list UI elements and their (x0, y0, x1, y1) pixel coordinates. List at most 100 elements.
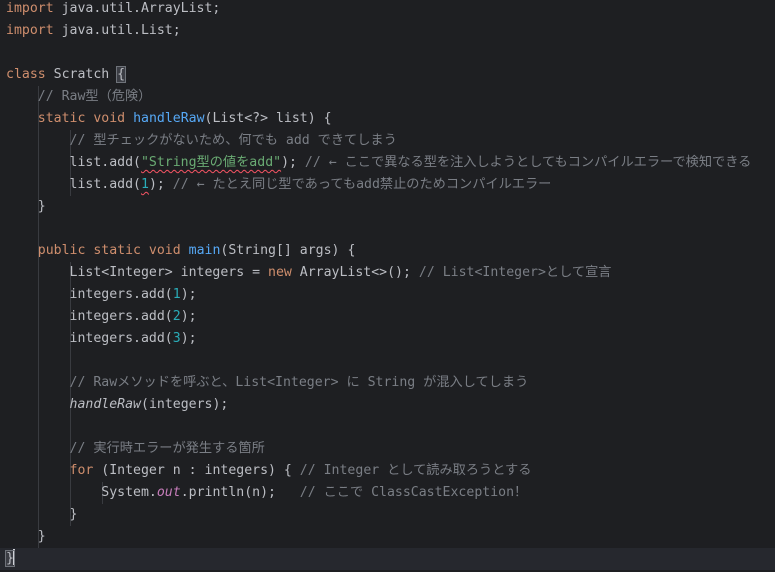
code-line[interactable]: for (Integer n : integers) { // Integer … (0, 460, 775, 482)
number-literal-token: 1 (140, 177, 149, 192)
code-text: (List<?> list) { (204, 111, 332, 126)
function-name-token: main (188, 243, 221, 258)
code-line-content: static void handleRaw(List<?> list) { (6, 108, 332, 130)
keyword-token: import (6, 23, 54, 38)
code-line-content: import java.util.List; (6, 20, 181, 42)
code-line[interactable]: public static void main(String[] args) { (0, 240, 775, 262)
comment-token: // List<Integer>として宣言 (418, 265, 612, 280)
code-text: } (6, 507, 78, 522)
code-line[interactable]: System.out.println(n); // ここで ClassCastE… (0, 482, 775, 504)
code-text: ); (180, 331, 197, 346)
code-line-content: } (6, 196, 46, 218)
code-line-content: class Scratch { (6, 64, 127, 86)
function-name-token: handleRaw (133, 111, 205, 126)
code-text: integers.add( (6, 287, 173, 302)
code-text: ); (148, 177, 173, 192)
code-line-content: // Raw型（危険） (6, 86, 152, 108)
code-text: (String[] args) { (220, 243, 356, 258)
code-line[interactable]: integers.add(1); (0, 284, 775, 306)
code-line[interactable]: // 型チェックがないため、何でも add できてしまう (0, 130, 775, 152)
code-line[interactable]: // Rawメソッドを呼ぶと、List<Integer> に String が混… (0, 372, 775, 394)
code-text: list.add( (6, 177, 141, 192)
code-text: System. (6, 485, 157, 500)
code-text: } (6, 199, 46, 214)
code-line-content: for (Integer n : integers) { // Integer … (6, 460, 532, 482)
code-line-content: list.add(1); // ← たとえ同じ型であってもadd禁止のためコンパ… (6, 174, 552, 196)
code-line-content: handleRaw(integers); (6, 394, 229, 416)
comment-token: // 実行時エラーが発生する箇所 (69, 441, 265, 456)
code-line-content: } (5, 548, 15, 570)
code-line[interactable]: list.add("String型の値をadd"); // ← ここで異なる型を… (0, 152, 775, 174)
code-line[interactable]: list.add(1); // ← たとえ同じ型であってもadd禁止のためコンパ… (0, 174, 775, 196)
comment-token: // ここで ClassCastException！ (299, 485, 528, 500)
code-line-content: List<Integer> integers = new ArrayList<>… (6, 262, 612, 284)
code-line[interactable]: integers.add(2); (0, 306, 775, 328)
code-text: java.util.List; (53, 23, 181, 38)
code-line-content: // 型チェックがないため、何でも add できてしまう (6, 130, 397, 152)
number-literal-token: 2 (172, 309, 181, 324)
code-line[interactable]: class Scratch { (0, 64, 775, 86)
code-line[interactable] (0, 42, 775, 64)
code-line[interactable]: } (0, 196, 775, 218)
code-line[interactable] (0, 218, 775, 240)
code-text: ); (180, 287, 197, 302)
code-text: ); (281, 155, 305, 170)
code-line-content: public static void main(String[] args) { (6, 240, 356, 262)
code-line-content: integers.add(3); (6, 328, 197, 350)
comment-token: // Raw型（危険） (37, 89, 152, 104)
number-literal-token: 3 (172, 331, 181, 346)
code-line[interactable]: integers.add(3); (0, 328, 775, 350)
code-line-content: System.out.println(n); // ここで ClassCastE… (6, 482, 527, 504)
code-text: java.util.ArrayList; (53, 1, 221, 16)
code-line[interactable]: // 実行時エラーが発生する箇所 (0, 438, 775, 460)
comment-token: // Integer として読み取ろうとする (299, 463, 532, 478)
code-line[interactable] (0, 350, 775, 372)
code-line[interactable]: import java.util.List; (0, 20, 775, 42)
keyword-token: new (268, 265, 292, 280)
brace-token: { (116, 66, 127, 83)
keyword-token: import (6, 1, 54, 16)
comment-token: // ← ここで異なる型を注入しようとしてもコンパイルエラーで検知できる (304, 155, 752, 170)
field-token: out (156, 485, 181, 500)
code-text: list.add( (6, 155, 141, 170)
code-text: .println(n); (180, 485, 300, 500)
keyword-token: for (69, 463, 94, 478)
code-text: integers.add( (6, 309, 173, 324)
code-line[interactable]: static void handleRaw(List<?> list) { (0, 108, 775, 130)
code-line[interactable]: List<Integer> integers = new ArrayList<>… (0, 262, 775, 284)
comment-token: // Rawメソッドを呼ぶと、List<Integer> に String が混… (69, 375, 529, 390)
keyword-token: class (6, 67, 46, 82)
code-line[interactable]: import java.util.ArrayList; (0, 0, 775, 20)
code-line-content: import java.util.ArrayList; (6, 0, 220, 20)
code-text: integers.add( (6, 331, 173, 346)
code-line[interactable]: } (0, 526, 775, 548)
text-caret (12, 549, 15, 565)
code-line[interactable] (0, 416, 775, 438)
code-text: } (6, 529, 46, 544)
code-line-content: list.add("String型の値をadd"); // ← ここで異なる型を… (6, 152, 752, 174)
code-line[interactable]: } (0, 548, 775, 570)
code-line-content: } (6, 526, 46, 548)
code-text: List<Integer> integers = (6, 265, 269, 280)
static-call-token: handleRaw (69, 397, 141, 412)
code-line[interactable]: } (0, 504, 775, 526)
code-text: (integers); (141, 397, 229, 412)
code-line[interactable]: handleRaw(integers); (0, 394, 775, 416)
comment-token: // 型チェックがないため、何でも add できてしまう (69, 133, 397, 148)
code-text: Scratch (45, 67, 118, 82)
code-editor[interactable]: import java.util.ArrayList; import java.u… (0, 0, 775, 572)
code-line-content: // 実行時エラーが発生する箇所 (6, 438, 265, 460)
code-line[interactable]: // Raw型（危険） (0, 86, 775, 108)
string-literal-token: "String型の値をadd" (140, 155, 282, 170)
keyword-token: static void (37, 111, 126, 126)
